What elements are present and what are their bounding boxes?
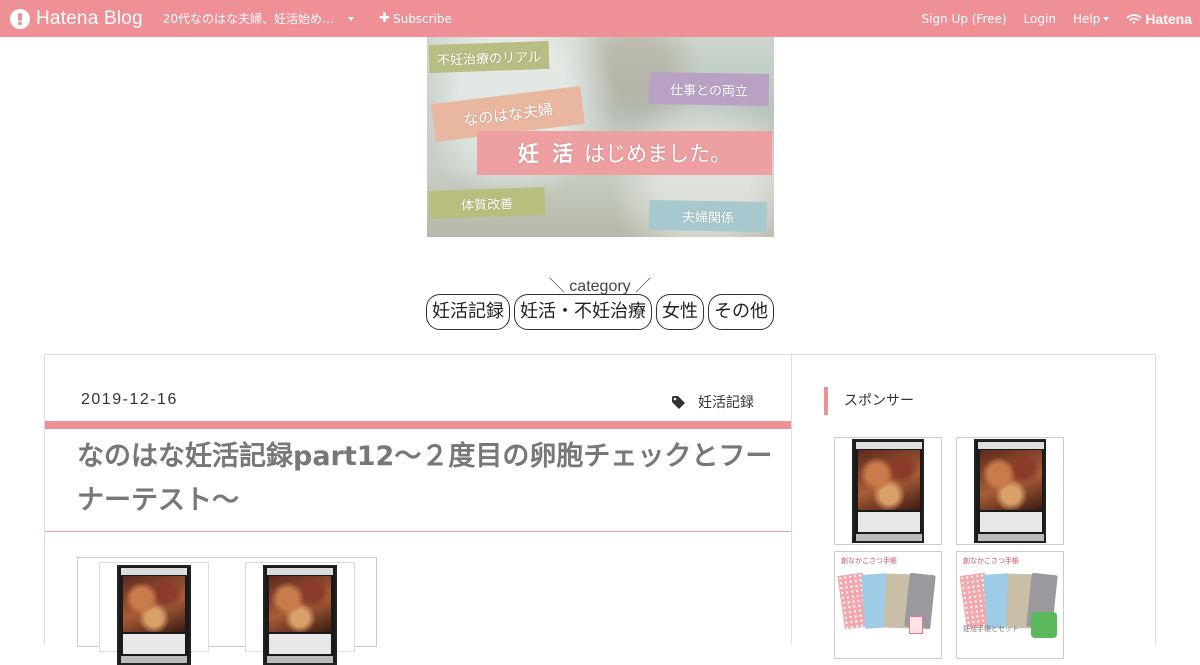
title-bottom-divider — [45, 531, 791, 532]
chevron-down-icon — [348, 16, 355, 21]
green-badge-icon — [1031, 612, 1057, 638]
card-name-strip — [121, 568, 187, 575]
category-pill-ninkatsu-kiroku[interactable]: 妊活記録 — [426, 294, 510, 330]
trading-card-image — [852, 439, 924, 543]
trading-card-image — [974, 439, 1046, 543]
card-stat-bar — [978, 534, 1044, 541]
hatena-logo-link[interactable]: Hatena — [1126, 11, 1192, 27]
plus-icon: ✚ — [379, 11, 390, 26]
ad-card-image[interactable] — [99, 562, 209, 665]
trading-card-image — [117, 565, 191, 665]
article-panel: 2019-12-16 妊活記録 なのはな妊活記録part12～２度目の卵胞チェッ… — [44, 354, 792, 665]
brand-text: Hatena Blog — [36, 7, 143, 29]
sponsor-ad-card[interactable] — [956, 437, 1064, 545]
banner-tape-constitution: 体質改善 — [428, 186, 546, 220]
subscribe-label: Subscribe — [392, 11, 452, 26]
banner-main-rest: はじめました。 — [584, 142, 732, 166]
blog-name: 20代なのはな夫婦、妊活始め… — [162, 12, 335, 26]
post-title[interactable]: なのはな妊活記録part12～２度目の卵胞チェックとフーナーテスト～ — [77, 435, 777, 523]
card-name-strip — [978, 442, 1044, 449]
card-name-strip — [267, 568, 333, 575]
card-art — [980, 450, 1042, 510]
card-text-area — [269, 634, 331, 654]
hatena-wave-icon — [1126, 13, 1142, 24]
hatena-blog-logo-icon — [10, 8, 30, 29]
chevron-down-icon — [1103, 16, 1110, 21]
login-link[interactable]: Login — [1024, 12, 1056, 26]
sponsor-ad-card[interactable] — [834, 437, 942, 545]
card-art — [269, 576, 331, 632]
card-name-strip — [856, 442, 922, 449]
blog-switcher-dropdown[interactable]: 20代なのはな夫婦、妊活始め… — [162, 10, 355, 27]
article-ad-box — [77, 557, 377, 665]
category-pill-sonota[interactable]: その他 — [708, 294, 774, 330]
post-date[interactable]: 2019-12-16 — [81, 391, 178, 409]
card-art — [123, 576, 185, 632]
card-stat-bar — [267, 656, 333, 663]
subscribe-button[interactable]: ✚ Subscribe — [379, 11, 452, 26]
help-menu[interactable]: Help — [1072, 11, 1110, 26]
card-text-area — [980, 512, 1042, 532]
title-top-divider — [45, 421, 791, 429]
blog-header-banner[interactable]: 不妊治療のリアル 仕事との両立 なのはな夫婦 妊 活 はじめました。 体質改善 … — [427, 37, 774, 237]
banner-main-strong: 妊 活 — [517, 142, 577, 166]
card-text-area — [858, 512, 920, 532]
help-label: Help — [1072, 11, 1101, 26]
banner-tape-work: 仕事との両立 — [648, 71, 770, 107]
post-category-label: 妊活記録 — [698, 395, 754, 411]
category-pill-ninkatsu-funin[interactable]: 妊活・不妊治療 — [514, 294, 652, 330]
sleeve-ad-caption: 妊活手帳とセット — [963, 625, 1019, 633]
card-text-area — [123, 634, 185, 654]
hatena-logo-text: Hatena — [1145, 10, 1192, 27]
banner-tape-infertility: 不妊治療のリアル — [428, 40, 550, 74]
tag-icon — [672, 395, 685, 409]
card-stat-bar — [856, 534, 922, 541]
card-art — [858, 450, 920, 510]
category-list: 妊活記録 妊活・不妊治療 女性 その他 — [0, 294, 1200, 330]
ad-card-image[interactable] — [245, 562, 355, 665]
sponsor-ad-sleeves[interactable]: 創なかこさつ手帳 — [834, 551, 942, 659]
pink-tag-icon — [909, 616, 923, 634]
sleeve-ad-label: 創なかこさつ手帳 — [841, 557, 897, 565]
sleeve-ad-label: 創なかこさつ手帳 — [963, 557, 1019, 565]
hatena-blog-home-link[interactable]: Hatena Blog — [10, 0, 143, 37]
banner-tape-main-title: 妊 活 はじめました。 — [477, 131, 772, 175]
card-stat-bar — [121, 656, 187, 663]
sponsor-heading: スポンサー — [824, 387, 914, 415]
post-category-link[interactable]: 妊活記録 — [672, 392, 754, 412]
sidebar: スポンサー 創なかこさつ手帳 創なかこさつ手帳 妊活手帳とセット — [791, 354, 1156, 659]
signup-link[interactable]: Sign Up (Free) — [922, 12, 1007, 26]
category-pill-josei[interactable]: 女性 — [656, 294, 704, 330]
banner-tape-relationship: 夫婦関係 — [648, 199, 768, 233]
sponsor-ad-sleeves[interactable]: 創なかこさつ手帳 妊活手帳とセット — [956, 551, 1064, 659]
top-navigation-bar: Hatena Blog 20代なのはな夫婦、妊活始め… ✚ Subscribe … — [0, 0, 1200, 37]
account-navigation: Sign Up (Free) Login Help Hatena — [905, 0, 1192, 37]
trading-card-image — [263, 565, 337, 665]
category-heading: ＼ category ／ — [548, 278, 652, 295]
